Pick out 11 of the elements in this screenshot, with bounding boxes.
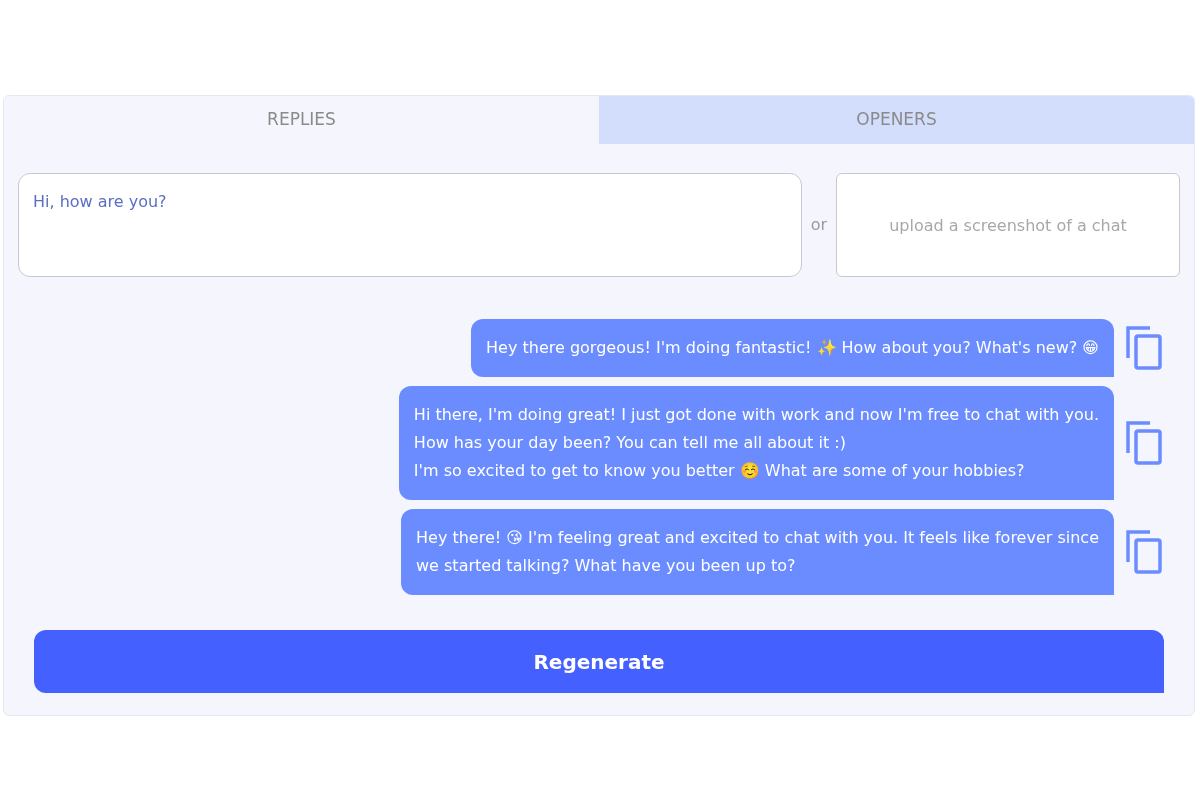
- upload-field[interactable]: upload a screenshot of a chat: [836, 173, 1180, 277]
- reply-bubble: Hey there! 😘 I'm feeling great and excited to chat with you. It feels like forever since we started talking? What have you been up to?: [401, 509, 1114, 595]
- tab[interactable]: OPENERS: [599, 96, 1194, 144]
- copy-icon[interactable]: [1124, 528, 1164, 576]
- copy-icon[interactable]: [1124, 324, 1164, 372]
- reply-bubble: Hey there gorgeous! I'm doing fantastic! ✨ How about you? What's new? 😁: [471, 319, 1114, 377]
- regenerate-button[interactable]: Regenerate: [34, 630, 1164, 693]
- reply-bubble: Hi there, I'm doing great! I just got done with work and now I'm free to chat with you. How has your day been? You can tell me all about it :) I'm so excited to get to know you better ☺ What are some of your hobbies?: [398, 386, 1114, 500]
- message-field[interactable]: Hi, how are you?: [18, 173, 802, 277]
- copy-icon[interactable]: [1124, 419, 1164, 467]
- or-label: or: [809, 214, 829, 236]
